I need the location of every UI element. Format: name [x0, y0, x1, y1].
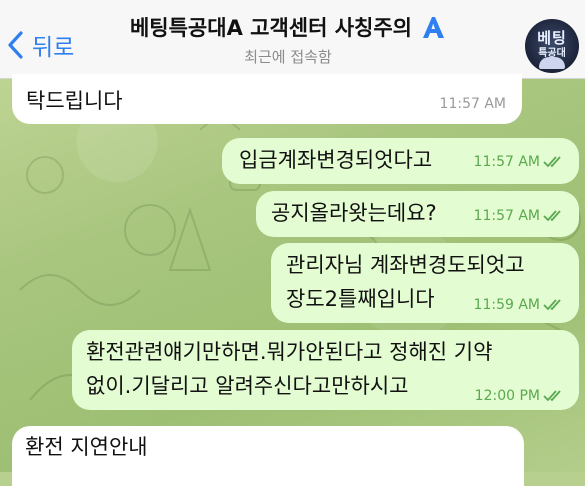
message-time-wrap: 11:59 AM — [474, 297, 565, 313]
back-button[interactable]: 뒤로 — [6, 29, 74, 61]
a-logo-icon — [423, 17, 445, 38]
message-bubble-incoming[interactable]: 탁드립니다 11:57 AM — [12, 74, 522, 124]
chat-title: 베팅특공대A 고객센터 사칭주의 — [129, 16, 413, 40]
message-time-wrap: 11:57 AM — [474, 208, 565, 224]
message-time: 11:57 AM — [473, 208, 540, 224]
message-time: 11:57 AM — [439, 96, 506, 112]
double-check-icon — [543, 299, 561, 311]
message-text: 탁드립니다 — [26, 89, 123, 113]
chat-header: 뒤로 베팅특공대A 고객센터 사칭주의 최근에 접속함 베팅 특공대 — [0, 0, 585, 79]
message-text-line: 없이.기달리고 알려주신다고만하시고 — [86, 374, 409, 398]
message-text: 입금계좌변경되엇다고 — [239, 148, 433, 172]
chevron-left-icon — [8, 31, 23, 59]
message-bubble-incoming[interactable]: 환전 지연안내 — [12, 426, 524, 486]
helmet-icon — [539, 57, 565, 69]
double-check-icon — [543, 390, 561, 402]
avatar[interactable]: 베팅 특공대 — [525, 19, 579, 73]
message-time-wrap: 11:57 AM — [474, 154, 565, 170]
message-bubble-outgoing[interactable]: 환전관련얘기만하면.뭐가안된다고 정해진 기약 없이.기달리고 알려주신다고만하… — [72, 330, 579, 410]
message-text-line: 장도2틀째입니다 — [286, 287, 435, 311]
double-check-icon — [543, 210, 561, 222]
message-time-wrap: 12:00 PM — [475, 388, 565, 404]
message-time: 11:57 AM — [473, 154, 540, 170]
message-bubble-outgoing[interactable]: 입금계좌변경되엇다고 11:57 AM — [222, 138, 579, 184]
message-time: 12:00 PM — [474, 388, 540, 404]
message-time: 11:59 AM — [473, 297, 540, 313]
chat-title-area[interactable]: 베팅특공대A 고객센터 사칭주의 최근에 접속함 — [108, 12, 468, 67]
message-text-line: 환전관련얘기만하면.뭐가안된다고 정해진 기약 — [86, 340, 493, 364]
chat-status: 최근에 접속함 — [244, 48, 332, 66]
message-bubble-outgoing[interactable]: 관리자님 계좌변경도되엇고 장도2틀째입니다 11:59 AM — [271, 243, 579, 323]
double-check-icon — [543, 156, 561, 168]
message-text: 환전 지연안내 — [25, 435, 148, 459]
back-label: 뒤로 — [32, 35, 75, 61]
message-bubble-outgoing[interactable]: 공지올라왓는데요? 11:57 AM — [256, 191, 579, 237]
message-text-line: 관리자님 계좌변경도되엇고 — [286, 253, 525, 277]
message-text: 공지올라왓는데요? — [271, 201, 437, 225]
